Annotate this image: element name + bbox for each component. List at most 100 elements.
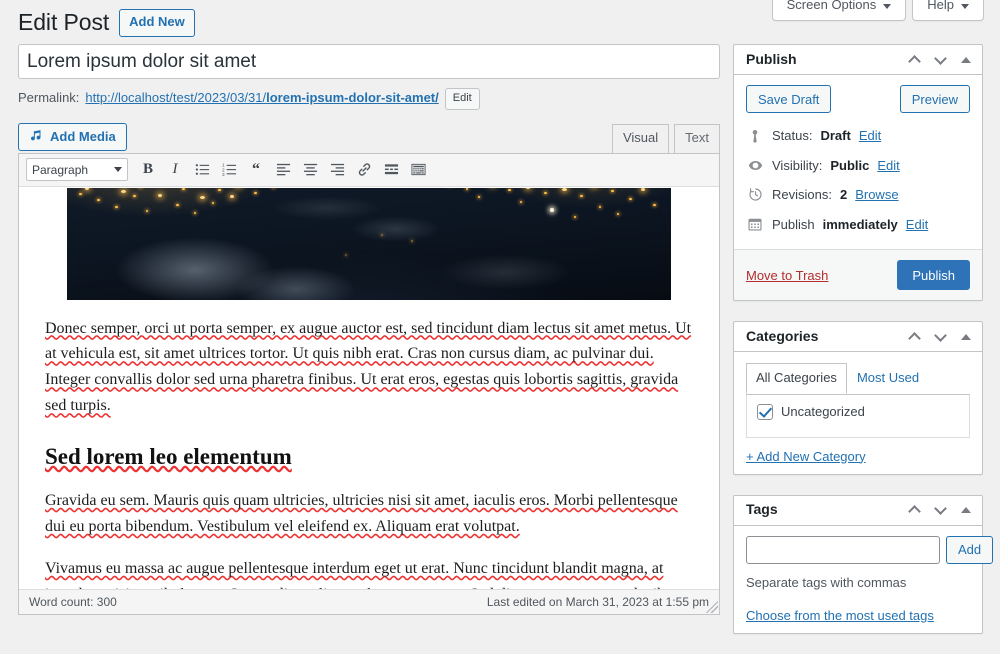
tab-all-categories[interactable]: All Categories (746, 363, 847, 394)
move-to-trash-link[interactable]: Move to Trash (746, 268, 828, 283)
align-left-button[interactable] (270, 157, 296, 183)
add-media-button[interactable]: Add Media (18, 123, 127, 151)
tag-add-button[interactable]: Add (946, 536, 993, 564)
tab-visual[interactable]: Visual (612, 124, 669, 153)
chevron-down-icon (934, 502, 947, 515)
content-paragraph: Gravida eu sem. Mauris quis quam ultrici… (45, 488, 693, 540)
align-center-button[interactable] (297, 157, 323, 183)
add-new-category-link[interactable]: + Add New Category (746, 449, 866, 464)
tab-text[interactable]: Text (674, 124, 720, 153)
align-right-button[interactable] (324, 157, 350, 183)
svg-text:3: 3 (222, 172, 225, 177)
edit-visibility-link[interactable]: Edit (877, 156, 899, 176)
revisions-label: Revisions: (772, 185, 832, 205)
edit-publish-date-link[interactable]: Edit (906, 215, 928, 235)
chevron-down-icon (883, 4, 891, 9)
revisions-clock-icon (746, 186, 764, 204)
featured-image[interactable] (67, 188, 671, 300)
toggle-panel-button[interactable] (954, 498, 978, 522)
italic-icon: I (173, 161, 178, 178)
add-new-button[interactable]: Add New (119, 9, 195, 36)
permalink-url-slug: lorem-ipsum-dolor-sit-amet/ (266, 90, 439, 105)
move-up-button[interactable] (902, 48, 926, 72)
tags-panel-header: Tags (734, 496, 982, 526)
read-more-button[interactable] (378, 157, 404, 183)
align-left-icon (276, 162, 291, 177)
title-wrap (18, 44, 720, 79)
publish-panel-header: Publish (734, 45, 982, 75)
post-body-content: Permalink: http://localhost/test/2023/03… (18, 44, 720, 615)
editor-toolbar: Paragraph B I 1 (19, 154, 719, 187)
revisions-count: 2 (840, 185, 847, 205)
categories-panel-title: Categories (746, 327, 818, 347)
publish-panel-title: Publish (746, 50, 797, 70)
cloud-formation (351, 216, 441, 242)
resize-grip[interactable] (706, 601, 718, 613)
media-buttons-row: Add Media Visual Text (18, 123, 720, 153)
chevron-down-icon (934, 329, 947, 342)
help-label: Help (927, 0, 954, 13)
insert-link-button[interactable] (351, 157, 377, 183)
chevron-up-icon (908, 505, 921, 518)
browse-revisions-link[interactable]: Browse (855, 185, 898, 205)
toggle-panel-button[interactable] (954, 325, 978, 349)
blockquote-button[interactable]: “ (243, 157, 269, 183)
postbox-container: Publish Save Draft Preview (733, 44, 983, 654)
category-checkbox[interactable] (757, 404, 773, 420)
preview-button[interactable]: Preview (900, 85, 970, 113)
post-status-icon (746, 127, 764, 145)
triangle-toggle-icon (961, 334, 971, 340)
italic-button[interactable]: I (162, 157, 188, 183)
tab-most-used[interactable]: Most Used (847, 363, 929, 394)
help-tab[interactable]: Help (912, 0, 984, 21)
save-draft-button[interactable]: Save Draft (746, 85, 831, 113)
move-up-button[interactable] (902, 325, 926, 349)
chevron-up-icon (908, 332, 921, 345)
publish-date-value: immediately (823, 215, 898, 235)
move-down-button[interactable] (928, 498, 952, 522)
editor-content[interactable]: Donec semper, orci ut porta semper, ex a… (19, 188, 719, 589)
permalink-url-prefix: http://localhost/test/2023/03/31/ (85, 90, 266, 105)
add-media-label: Add Media (50, 129, 116, 144)
category-item-uncategorized[interactable]: Uncategorized (757, 404, 959, 420)
tag-input[interactable] (746, 536, 940, 564)
word-count: Word count: 300 (29, 595, 117, 609)
permalink: Permalink: http://localhost/test/2023/03… (18, 88, 720, 110)
editor-mode-tabs: Visual Text (607, 124, 720, 153)
toolbar-toggle-button[interactable] (405, 157, 431, 183)
toggle-panel-button[interactable] (954, 48, 978, 72)
bold-button[interactable]: B (135, 157, 161, 183)
tags-panel-title: Tags (746, 500, 778, 520)
post-title-input[interactable] (18, 44, 720, 79)
numbered-list-button[interactable]: 1 2 3 (216, 157, 242, 183)
align-right-icon (330, 162, 345, 177)
screen-options-label: Screen Options (787, 0, 877, 13)
format-select[interactable]: Paragraph (26, 158, 128, 181)
move-up-button[interactable] (902, 498, 926, 522)
chevron-down-icon (114, 167, 122, 172)
move-down-button[interactable] (928, 325, 952, 349)
link-icon (357, 162, 372, 177)
move-down-button[interactable] (928, 48, 952, 72)
chevron-down-icon (934, 52, 947, 65)
publish-actions: Save Draft Preview (734, 75, 982, 113)
publish-button[interactable]: Publish (897, 260, 970, 290)
categories-panel-body: All Categories Most Used Uncategorized +… (734, 352, 982, 474)
screen-options-tab[interactable]: Screen Options (772, 0, 907, 21)
editor-status-bar: Word count: 300 Last edited on March 31,… (19, 589, 719, 614)
choose-most-used-tags-link[interactable]: Choose from the most used tags (746, 608, 934, 623)
permalink-link[interactable]: http://localhost/test/2023/03/31/lorem-i… (85, 88, 438, 109)
content-paragraph: Donec semper, orci ut porta semper, ex a… (45, 316, 693, 420)
misc-publishing-actions: Status: Draft Edit Visibility: Public Ed… (734, 113, 982, 249)
triangle-toggle-icon (961, 507, 971, 513)
bulleted-list-button[interactable] (189, 157, 215, 183)
edit-permalink-button[interactable]: Edit (445, 88, 480, 110)
publish-panel: Publish Save Draft Preview (733, 44, 983, 301)
visibility-row: Visibility: Public Edit (746, 151, 970, 181)
edit-status-link[interactable]: Edit (859, 126, 881, 146)
categories-panel-header: Categories (734, 322, 982, 352)
blockquote-icon: “ (252, 165, 260, 175)
screen-meta-tabs: Screen Options Help (772, 0, 984, 21)
align-center-icon (303, 162, 318, 177)
bold-icon: B (143, 161, 153, 178)
